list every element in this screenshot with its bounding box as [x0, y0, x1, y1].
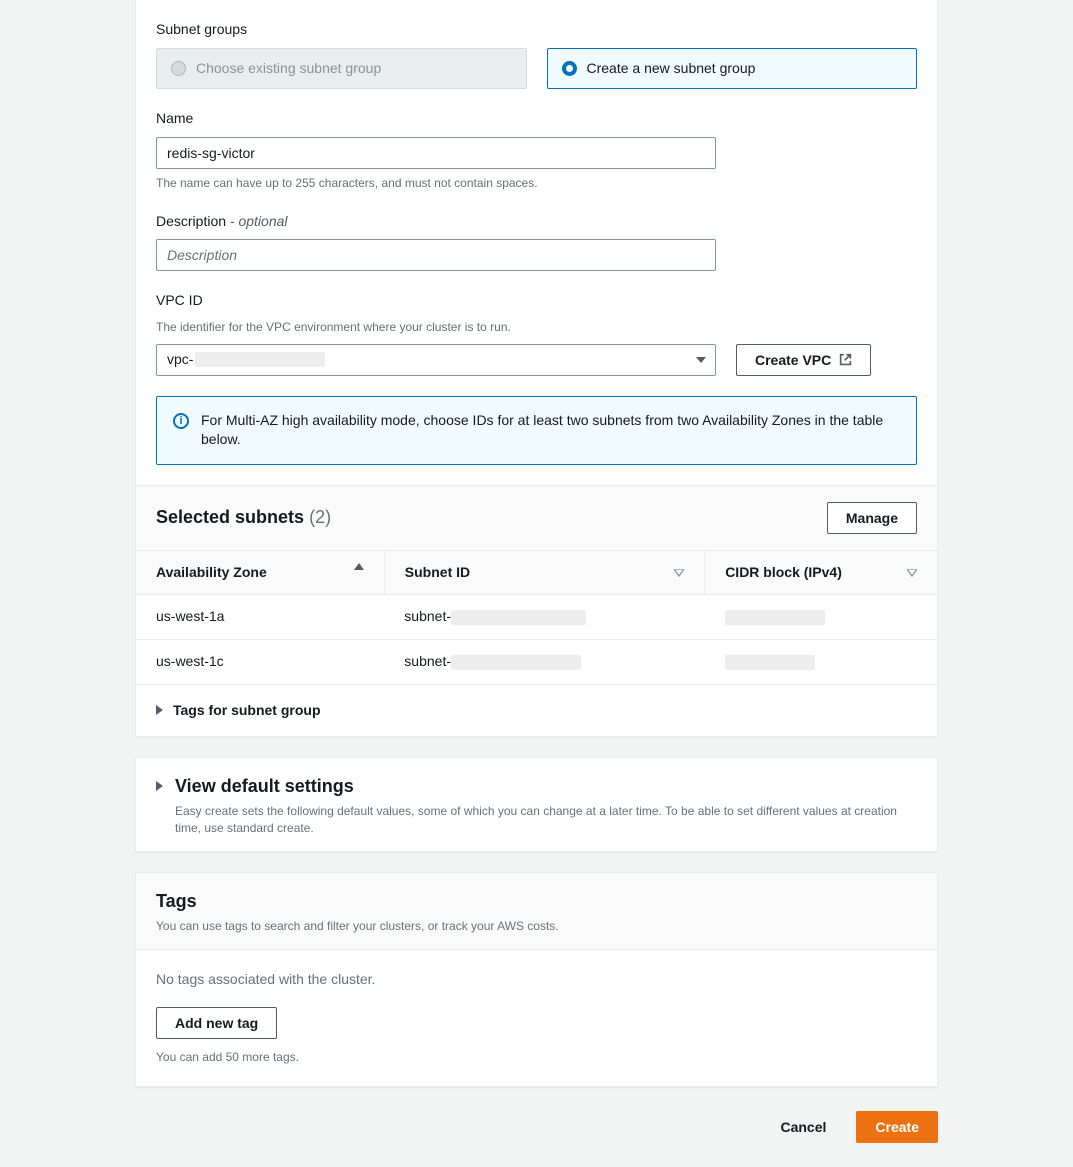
description-field: Description - optional — [156, 212, 917, 272]
view-default-settings-desc: Easy create sets the following default v… — [175, 803, 915, 837]
create-button[interactable]: Create — [856, 1111, 938, 1143]
description-input[interactable] — [156, 239, 716, 271]
cell-subnet-id: subnet- — [384, 595, 704, 640]
col-availability-zone[interactable]: Availability Zone — [136, 551, 384, 595]
name-label: Name — [156, 109, 917, 129]
subnet-groups-field: Subnet groups Choose existing subnet gro… — [156, 20, 917, 89]
description-label: Description - optional — [156, 212, 917, 232]
vpc-hint: The identifier for the VPC environment w… — [156, 319, 917, 336]
name-hint: The name can have up to 255 characters, … — [156, 175, 917, 192]
selected-subnets-header: Selected subnets (2) Manage — [136, 485, 937, 551]
caret-right-icon — [156, 781, 163, 791]
subnet-group-existing-radio: Choose existing subnet group — [156, 48, 527, 90]
add-new-tag-button[interactable]: Add new tag — [156, 1007, 277, 1039]
redacted-text — [451, 610, 586, 625]
vpc-field: VPC ID The identifier for the VPC enviro… — [156, 291, 917, 375]
name-input[interactable] — [156, 137, 716, 169]
tags-title: Tags — [156, 889, 917, 914]
caret-right-icon — [156, 705, 163, 715]
redacted-text — [725, 610, 825, 625]
alert-text: For Multi-AZ high availability mode, cho… — [201, 411, 900, 450]
vpc-label: VPC ID — [156, 291, 917, 311]
view-default-settings-title: View default settings — [175, 774, 915, 799]
name-field: Name The name can have up to 255 charact… — [156, 109, 917, 191]
redacted-text — [451, 655, 581, 670]
subnet-group-create-radio[interactable]: Create a new subnet group — [547, 48, 918, 90]
table-row: us-west-1a subnet- — [136, 595, 937, 640]
col-subnet-id[interactable]: Subnet ID — [384, 551, 704, 595]
table-row: us-west-1c subnet- — [136, 639, 937, 683]
redacted-text — [725, 655, 815, 670]
cancel-button[interactable]: Cancel — [762, 1111, 844, 1143]
selected-subnets-table: Availability Zone Subnet ID CIDR block (… — [136, 551, 937, 684]
tags-for-subnet-group-toggle[interactable]: Tags for subnet group — [136, 684, 937, 737]
sort-icon — [674, 563, 684, 583]
chevron-down-icon — [696, 357, 706, 363]
radio-label: Create a new subnet group — [587, 59, 756, 79]
sort-icon — [907, 563, 917, 583]
external-link-icon — [839, 353, 852, 366]
tags-desc: You can use tags to search and filter yo… — [156, 918, 917, 935]
radio-icon — [171, 61, 186, 76]
selected-subnets-title: Selected subnets (2) — [156, 505, 331, 530]
col-cidr[interactable]: CIDR block (IPv4) — [705, 551, 937, 595]
cell-az: us-west-1a — [136, 595, 384, 640]
radio-label: Choose existing subnet group — [196, 59, 381, 79]
cell-az: us-west-1c — [136, 639, 384, 683]
view-default-settings-toggle[interactable]: View default settings Easy create sets t… — [136, 758, 937, 851]
redacted-text — [195, 352, 325, 367]
cell-cidr — [705, 595, 937, 640]
manage-subnets-button[interactable]: Manage — [827, 502, 917, 534]
cell-subnet-id: subnet- — [384, 639, 704, 683]
create-vpc-button[interactable]: Create VPC — [736, 344, 871, 376]
form-footer: Cancel Create — [135, 1107, 938, 1143]
cell-cidr — [705, 639, 937, 683]
vpc-select[interactable]: vpc- — [156, 344, 716, 376]
tags-remaining-hint: You can add 50 more tags. — [156, 1049, 917, 1066]
tags-empty-text: No tags associated with the cluster. — [156, 970, 917, 990]
view-default-settings-panel: View default settings Easy create sets t… — [135, 757, 938, 852]
radio-icon — [562, 61, 577, 76]
vpc-value-prefix: vpc- — [167, 350, 193, 370]
subnet-groups-label: Subnet groups — [156, 20, 917, 40]
info-icon: i — [173, 413, 189, 429]
multi-az-info-alert: i For Multi-AZ high availability mode, c… — [156, 396, 917, 465]
sort-ascending-icon — [354, 563, 364, 570]
tags-panel: Tags You can use tags to search and filt… — [135, 872, 938, 1087]
